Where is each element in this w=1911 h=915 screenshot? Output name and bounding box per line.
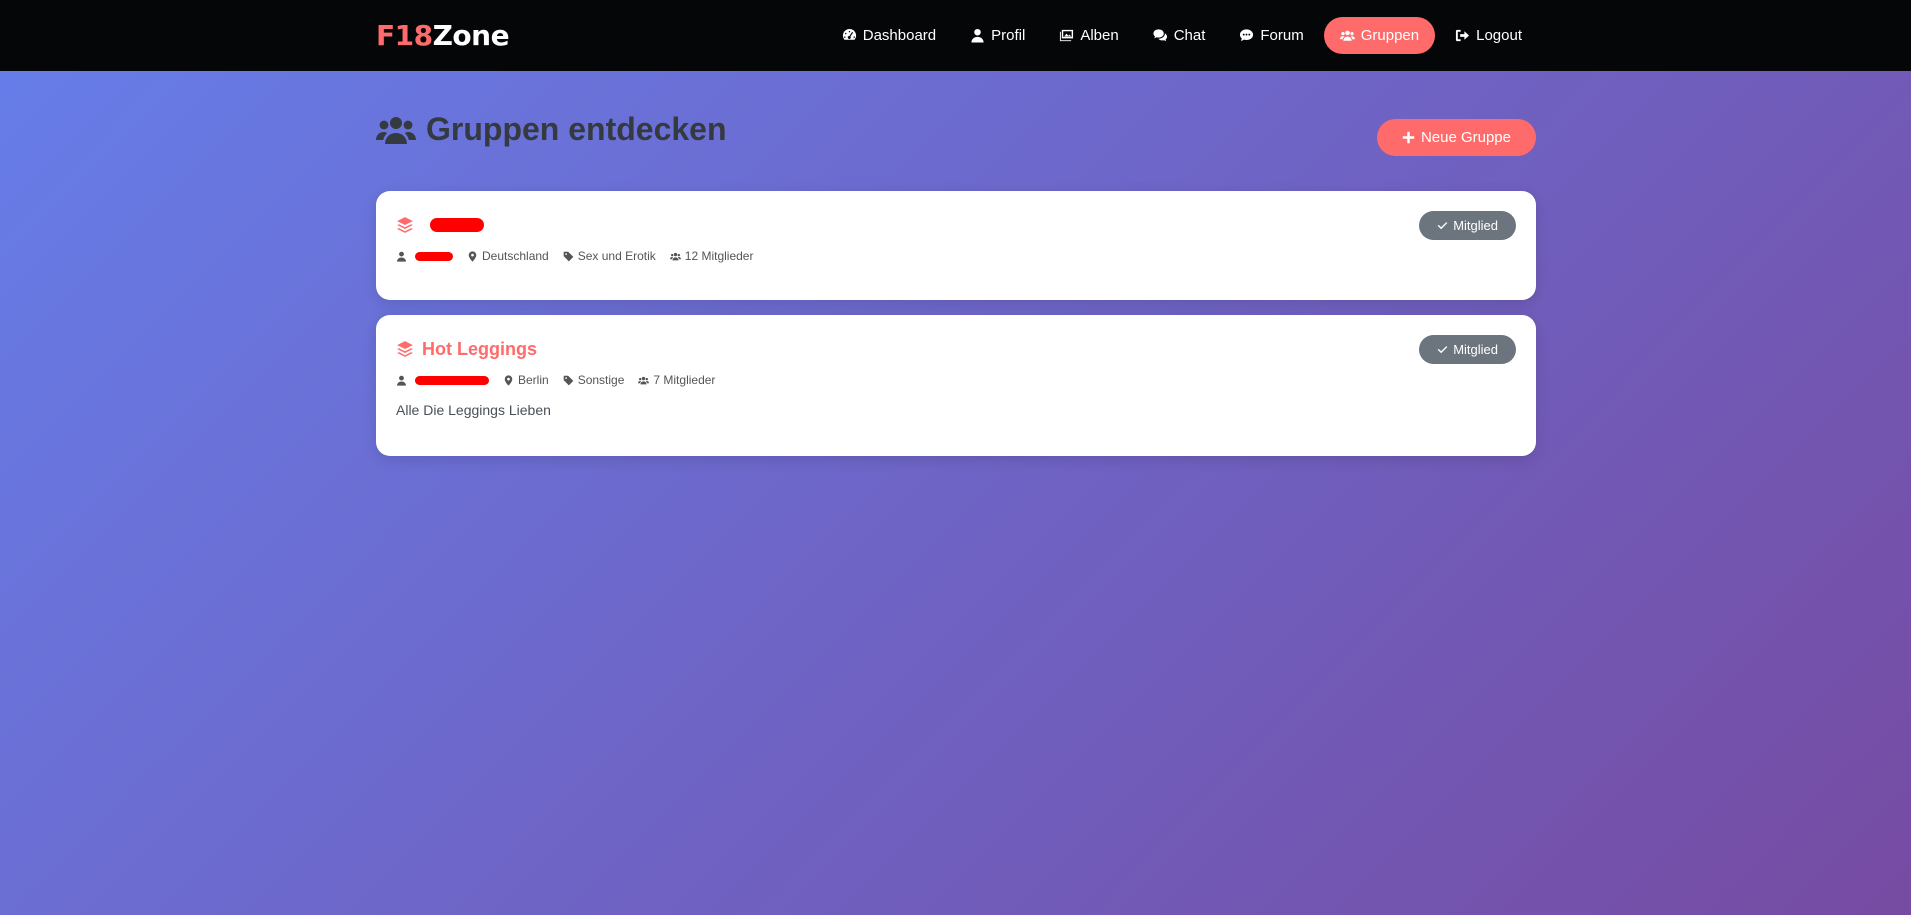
nav-gruppen-label: Gruppen — [1360, 27, 1420, 44]
plus-icon — [1402, 131, 1415, 144]
layer-group-icon — [397, 217, 413, 233]
group-category: Sex und Erotik — [563, 249, 656, 263]
member-status-label: Mitglied — [1453, 342, 1498, 357]
group-location-text: Deutschland — [482, 249, 549, 263]
comments-icon — [1153, 29, 1167, 42]
redaction-mark — [415, 375, 489, 385]
member-status-label: Mitglied — [1453, 218, 1498, 233]
group-location-text: Berlin — [518, 373, 549, 387]
group-owner[interactable] — [396, 251, 453, 262]
brand-logo[interactable]: F18Zone — [376, 19, 510, 52]
group-members: 7 Mitglieder — [638, 373, 715, 387]
nav-links: Dashboard Profil Alben Chat Forum Gruppe… — [828, 17, 1536, 54]
gauge-icon — [842, 28, 856, 40]
brand-accent: F18 — [376, 19, 433, 52]
map-marker-icon — [504, 374, 513, 386]
nav-chat[interactable]: Chat — [1139, 18, 1220, 53]
nav-alben-label: Alben — [1080, 27, 1119, 44]
page-title: Gruppen entdecken — [376, 111, 727, 148]
nav-forum[interactable]: Forum — [1225, 18, 1317, 53]
tag-icon — [563, 251, 574, 261]
nav-dashboard-label: Dashboard — [862, 27, 937, 44]
check-icon — [1437, 346, 1448, 354]
layer-group-icon — [397, 341, 413, 357]
group-location: Berlin — [503, 373, 549, 387]
brand-rest: Zone — [432, 19, 510, 52]
redaction-mark — [430, 218, 484, 232]
group-location: Deutschland — [467, 249, 549, 263]
group-meta: Berlin Sonstige 7 Mitglieder — [396, 373, 1516, 387]
page-title-text: Gruppen entdecken — [426, 111, 727, 147]
member-status-button[interactable]: Mitglied — [1419, 335, 1516, 364]
navbar: F18Zone Dashboard Profil Alben Chat Foru… — [0, 0, 1911, 71]
group-category: Sonstige — [563, 373, 625, 387]
navbar-inner: F18Zone Dashboard Profil Alben Chat Foru… — [376, 0, 1536, 71]
nav-forum-label: Forum — [1260, 27, 1304, 44]
user-icon — [971, 28, 984, 43]
group-members-text: 7 Mitglieder — [653, 373, 716, 387]
nav-profil[interactable]: Profil — [956, 18, 1039, 53]
check-icon — [1437, 222, 1448, 230]
page-header: Gruppen entdecken Neue Gruppe — [376, 71, 1536, 191]
new-group-label: Neue Gruppe — [1420, 129, 1511, 146]
nav-gruppen[interactable]: Gruppen — [1323, 17, 1436, 54]
group-category-text: Sonstige — [577, 373, 625, 387]
redaction-mark — [415, 251, 453, 261]
group-description: Alle Die Leggings Lieben — [396, 402, 551, 418]
nav-profil-label: Profil — [991, 27, 1026, 44]
group-owner[interactable] — [396, 375, 489, 386]
map-marker-icon — [468, 250, 477, 262]
user-icon — [397, 251, 406, 262]
nav-dashboard[interactable]: Dashboard — [828, 18, 950, 53]
comment-icon — [1240, 29, 1254, 42]
group-card[interactable]: Hot Leggings Berlin Sonstige 7 Mitgliede… — [376, 315, 1536, 456]
images-icon — [1060, 29, 1074, 42]
group-members: 12 Mitglieder — [669, 249, 754, 263]
group-meta: Deutschland Sex und Erotik 12 Mitglieder — [396, 249, 1516, 263]
group-name: Hot Leggings — [422, 338, 537, 359]
nav-logout-label: Logout — [1476, 27, 1522, 44]
main-container: Gruppen entdecken Neue Gruppe Deutschlan… — [376, 71, 1536, 456]
group-card[interactable]: Deutschland Sex und Erotik 12 Mitglieder… — [376, 191, 1536, 300]
sign-out-icon — [1456, 29, 1470, 42]
nav-logout[interactable]: Logout — [1441, 18, 1536, 53]
group-title[interactable] — [396, 213, 1516, 237]
users-icon — [669, 252, 681, 260]
group-members-text: 12 Mitglieder — [684, 249, 754, 263]
tag-icon — [563, 375, 573, 385]
new-group-button[interactable]: Neue Gruppe — [1376, 119, 1536, 156]
member-status-button[interactable]: Mitglied — [1419, 211, 1516, 240]
group-title[interactable]: Hot Leggings — [396, 337, 1516, 361]
users-icon — [638, 376, 650, 384]
nav-chat-label: Chat — [1173, 27, 1206, 44]
nav-alben[interactable]: Alben — [1045, 18, 1132, 53]
users-icon — [1339, 30, 1355, 41]
group-category-text: Sex und Erotik — [577, 249, 656, 263]
users-icon — [376, 116, 416, 144]
user-icon — [397, 375, 406, 386]
